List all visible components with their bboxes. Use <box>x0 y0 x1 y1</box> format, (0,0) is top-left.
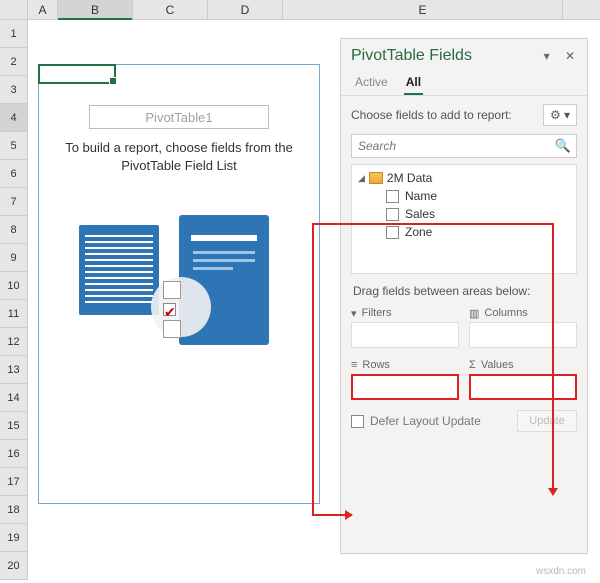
filters-area[interactable]: ▾ Filters <box>351 304 459 348</box>
tab-active[interactable]: Active <box>353 71 390 95</box>
search-icon: 🔍 <box>555 138 571 154</box>
field-sales-label: Sales <box>405 207 435 221</box>
col-header-a[interactable]: A <box>28 0 58 19</box>
row-header-1[interactable]: 1 <box>0 20 27 48</box>
rows-icon: ≡ <box>351 359 357 371</box>
col-header-d[interactable]: D <box>208 0 283 19</box>
field-name-label: Name <box>405 189 437 203</box>
col-header-b-label: B <box>91 3 99 17</box>
pivottable-name-box: PivotTable1 <box>89 105 269 129</box>
row-headers: 1 2 3 4 5 6 7 8 9 10 11 12 13 14 15 16 1… <box>0 20 28 580</box>
update-button[interactable]: Update <box>517 410 577 432</box>
data-source-label: 2M Data <box>387 171 432 185</box>
data-source-node[interactable]: ◢ 2M Data <box>358 171 570 185</box>
tab-all[interactable]: All <box>404 71 423 95</box>
row-header-13[interactable]: 13 <box>0 356 27 384</box>
search-input[interactable] <box>351 134 577 158</box>
row-header-7[interactable]: 7 <box>0 188 27 216</box>
rows-label: Rows <box>362 359 390 371</box>
row-header-11[interactable]: 11 <box>0 300 27 328</box>
choose-fields-label: Choose fields to add to report: <box>351 108 512 122</box>
defer-label: Defer Layout Update <box>370 414 481 428</box>
table-icon <box>369 172 383 184</box>
field-sales[interactable]: Sales <box>386 207 570 221</box>
row-header-16[interactable]: 16 <box>0 440 27 468</box>
checkbox-sales[interactable] <box>386 208 399 221</box>
checkbox-zone[interactable] <box>386 226 399 239</box>
values-icon: Σ <box>469 359 476 371</box>
row-header-17[interactable]: 17 <box>0 468 27 496</box>
rows-dropzone[interactable] <box>351 374 459 400</box>
row-header-4[interactable]: 4 <box>0 104 27 132</box>
row-header-18[interactable]: 18 <box>0 496 27 524</box>
filters-dropzone[interactable] <box>351 322 459 348</box>
row-header-19[interactable]: 19 <box>0 524 27 552</box>
field-zone-label: Zone <box>405 225 432 239</box>
drag-areas-label: Drag fields between areas below: <box>341 274 587 304</box>
defer-checkbox[interactable] <box>351 415 364 428</box>
row-header-20[interactable]: 20 <box>0 552 27 580</box>
rows-area[interactable]: ≡ Rows <box>351 356 459 400</box>
row-header-8[interactable]: 8 <box>0 216 27 244</box>
row-header-9[interactable]: 9 <box>0 244 27 272</box>
values-label: Values <box>481 359 514 371</box>
filters-label: Filters <box>362 307 392 319</box>
row-header-6[interactable]: 6 <box>0 160 27 188</box>
columns-area[interactable]: ▥ Columns <box>469 304 577 348</box>
columns-icon: ▥ <box>469 307 479 320</box>
pivottable-hint-line1: To build a report, choose fields from th… <box>39 139 319 157</box>
columns-dropzone[interactable] <box>469 322 577 348</box>
row-header-14[interactable]: 14 <box>0 384 27 412</box>
values-dropzone[interactable] <box>469 374 577 400</box>
pivottable-fields-pane: PivotTable Fields ▾ ✕ Active All Choose … <box>340 38 588 554</box>
col-header-e[interactable]: E <box>283 0 563 19</box>
tools-gear-button[interactable]: ⚙ ▾ <box>543 104 577 126</box>
row-header-3[interactable]: 3 <box>0 76 27 104</box>
watermark: wsxdn.com <box>536 566 586 577</box>
pane-title: PivotTable Fields <box>351 47 472 65</box>
col-header-b[interactable]: B <box>58 0 133 19</box>
pane-dropdown-icon[interactable]: ▾ <box>540 49 554 63</box>
collapse-icon[interactable]: ◢ <box>358 173 365 184</box>
field-name[interactable]: Name <box>386 189 570 203</box>
select-all-corner[interactable] <box>0 0 28 19</box>
pane-close-icon[interactable]: ✕ <box>563 49 577 63</box>
checkbox-name[interactable] <box>386 190 399 203</box>
row-header-5[interactable]: 5 <box>0 132 27 160</box>
active-cell-selection <box>38 64 116 84</box>
column-headers: A B C D E <box>0 0 600 20</box>
row-header-2[interactable]: 2 <box>0 48 27 76</box>
pivottable-placeholder[interactable]: PivotTable1 To build a report, choose fi… <box>38 64 320 504</box>
pivottable-illustration <box>79 215 279 365</box>
field-zone[interactable]: Zone <box>386 225 570 239</box>
row-header-10[interactable]: 10 <box>0 272 27 300</box>
col-header-c[interactable]: C <box>133 0 208 19</box>
row-header-12[interactable]: 12 <box>0 328 27 356</box>
field-list: ◢ 2M Data Name Sales Zone <box>351 164 577 274</box>
row-header-15[interactable]: 15 <box>0 412 27 440</box>
filter-icon: ▾ <box>351 307 357 320</box>
values-area[interactable]: Σ Values <box>469 356 577 400</box>
pivottable-hint-line2: PivotTable Field List <box>39 157 319 175</box>
columns-label: Columns <box>484 307 527 319</box>
